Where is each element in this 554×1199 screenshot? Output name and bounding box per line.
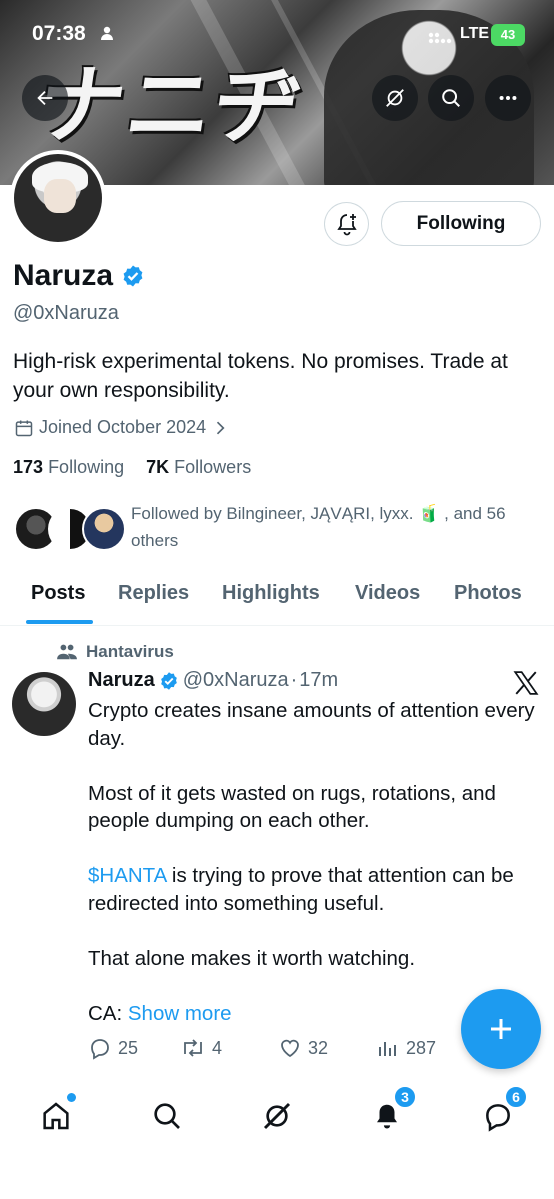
- joined-label: Joined October 2024: [39, 417, 207, 437]
- like-button[interactable]: 32: [278, 1036, 328, 1060]
- status-bar: 07:38 LTE 43: [0, 0, 554, 70]
- compose-button[interactable]: [461, 989, 541, 1069]
- name-row: Naruza: [13, 259, 145, 293]
- nav-home[interactable]: [36, 1093, 76, 1136]
- tweet-author-name[interactable]: Naruza: [88, 669, 155, 692]
- x-logo-icon: [513, 671, 539, 695]
- more-button[interactable]: [485, 75, 531, 121]
- tweet-paragraph: $HANTA is trying to prove that attention…: [88, 864, 514, 915]
- calendar-icon: [15, 420, 33, 436]
- nav-grok[interactable]: [257, 1096, 297, 1136]
- arrow-left-icon: [37, 90, 53, 106]
- tweet-time[interactable]: 17m: [299, 669, 338, 692]
- notifications-badge: 3: [394, 1086, 416, 1108]
- like-count: 32: [308, 1037, 329, 1058]
- notify-button[interactable]: [324, 202, 369, 246]
- bell-plus-icon: [336, 214, 357, 236]
- community-name: Hantavirus: [86, 642, 174, 661]
- profile-bio: High-risk experimental tokens. No promis…: [13, 350, 508, 402]
- show-more-link[interactable]: Show more: [128, 1002, 232, 1025]
- following-stat[interactable]: 173 Following: [13, 457, 124, 477]
- reply-count: 25: [118, 1037, 139, 1058]
- verified-badge-icon[interactable]: [121, 264, 145, 288]
- tab-replies[interactable]: Replies: [118, 582, 189, 605]
- nav-messages[interactable]: 6: [478, 1086, 527, 1136]
- tab-photos[interactable]: Photos: [454, 582, 522, 605]
- tweet-paragraph: Most of it gets wasted on rugs, rotation…: [88, 781, 496, 833]
- followed-by-text[interactable]: Followed by Bilngineer, JĄVĄRI, lyxx. 🧃 …: [131, 500, 541, 554]
- tweet-avatar[interactable]: [12, 672, 76, 736]
- profile-handle: @0xNaruza: [13, 302, 119, 324]
- home-dot: [67, 1093, 76, 1102]
- separator: ·: [290, 669, 298, 691]
- grok-icon: [263, 1102, 291, 1130]
- network-label: LTE: [460, 25, 490, 42]
- tweet-paragraph: That alone makes it worth watching.: [88, 946, 416, 970]
- bottom-nav: 3 6: [0, 1080, 554, 1199]
- status-time: 07:38: [32, 22, 86, 45]
- following-button[interactable]: Following: [381, 201, 541, 246]
- tab-highlights[interactable]: Highlights: [222, 582, 320, 605]
- nav-search[interactable]: [147, 1096, 187, 1136]
- followers-stat[interactable]: 7K Followers: [146, 457, 251, 477]
- repost-icon: [184, 1039, 202, 1057]
- view-count: 287: [406, 1037, 437, 1058]
- community-label[interactable]: Hantavirus: [56, 642, 174, 662]
- verified-badge-icon: [160, 671, 177, 690]
- search-icon: [442, 89, 460, 107]
- follow-stats: 173 Following 7K Followers: [13, 457, 251, 478]
- home-icon: [43, 1102, 69, 1130]
- back-button[interactable]: [22, 75, 68, 121]
- grok-button[interactable]: [372, 75, 418, 121]
- avatar: [82, 507, 126, 551]
- followed-by-avatars[interactable]: [14, 507, 130, 553]
- search-button[interactable]: [428, 75, 474, 121]
- views-button[interactable]: 287: [376, 1036, 436, 1060]
- repost-count: 4: [212, 1037, 223, 1058]
- tab-videos[interactable]: Videos: [355, 582, 420, 605]
- heart-icon: [281, 1039, 299, 1058]
- community-icon: [57, 644, 77, 660]
- avatar-face: [44, 179, 76, 213]
- cashtag-link[interactable]: $HANTA: [88, 864, 166, 887]
- messages-badge: 6: [505, 1086, 527, 1108]
- tab-posts[interactable]: Posts: [31, 582, 85, 605]
- display-name: Naruza: [13, 259, 114, 292]
- person-icon: [101, 26, 113, 40]
- more-icon: [499, 95, 517, 101]
- joined-date[interactable]: Joined October 2024: [14, 417, 235, 438]
- reply-icon: [91, 1039, 109, 1060]
- chevron-right-icon: [217, 421, 225, 434]
- plus-icon: [491, 1019, 511, 1039]
- battery-indicator: 43: [491, 24, 525, 46]
- nav-notifications[interactable]: 3: [367, 1086, 416, 1136]
- signal-icon: [428, 32, 452, 44]
- active-tab-indicator: [26, 620, 93, 624]
- repost-button[interactable]: 4: [180, 1036, 222, 1060]
- search-icon: [154, 1103, 180, 1129]
- profile-tabs: Posts Replies Highlights Videos Photos: [0, 570, 554, 626]
- tweet-handle[interactable]: @0xNaruza: [183, 669, 289, 692]
- reply-button[interactable]: 25: [88, 1036, 138, 1060]
- tweet-paragraph: Crypto creates insane amounts of attenti…: [88, 699, 535, 750]
- views-icon: [379, 1042, 396, 1056]
- grok-icon: [386, 89, 404, 107]
- profile-avatar[interactable]: [10, 150, 106, 246]
- tweet-header: Naruza @0xNaruza · 17m: [88, 669, 338, 692]
